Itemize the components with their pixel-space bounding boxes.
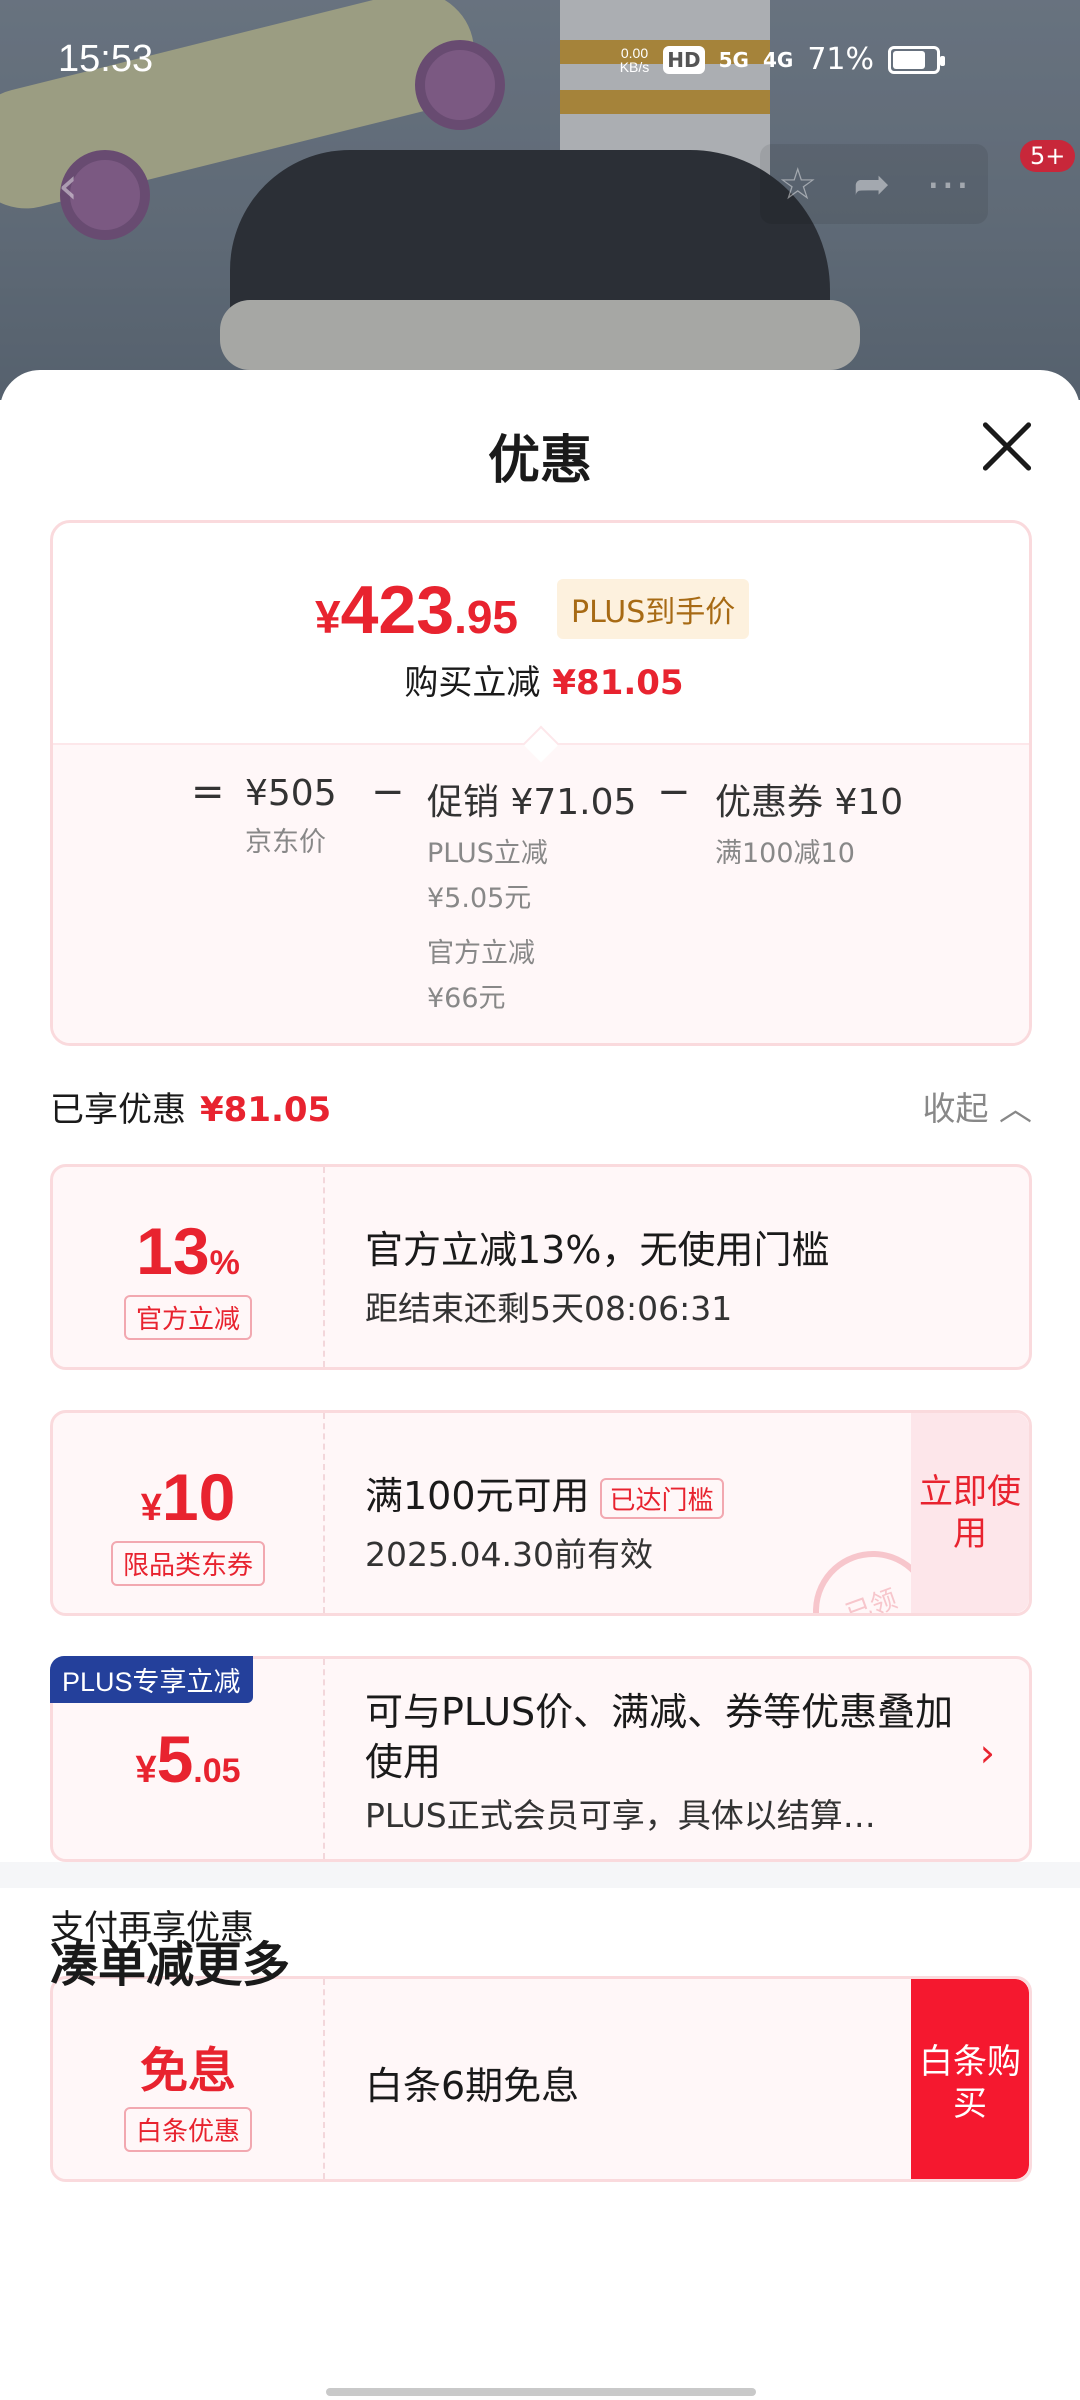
minus-sign: − bbox=[657, 769, 691, 815]
baitiao-offer: 免息 白条优惠 白条6期免息 白条购买 bbox=[50, 1976, 1032, 2182]
enjoyed-discount-row: 已享优惠 ¥81.05 收起 ︿ bbox=[50, 1082, 1032, 1131]
coupon-plus-discount[interactable]: PLUS专享立减 ¥5.05 可与PLUS价、满减、券等优惠叠加使用 PLUS正… bbox=[50, 1656, 1032, 1862]
message-badge: 5+ bbox=[1020, 140, 1076, 172]
final-price: ¥423.95 bbox=[315, 572, 519, 648]
close-icon[interactable] bbox=[978, 418, 1034, 474]
section-divider bbox=[0, 1862, 1080, 1888]
coupon-tag: 限品类东券 bbox=[110, 1541, 265, 1586]
coupon-desc: 白条6期免息 bbox=[365, 2064, 580, 2108]
coupon-left: 免息 白条优惠 bbox=[53, 1979, 325, 2179]
price-summary-card: ¥423.95 PLUS到手价 购买立减 ¥81.05 = ¥505 京东价 − … bbox=[50, 520, 1032, 1046]
back-icon[interactable]: ‹ bbox=[28, 148, 108, 228]
discount-sheet: 优惠 ¥423.95 PLUS到手价 购买立减 ¥81.05 = ¥505 京东价… bbox=[0, 370, 1080, 2400]
price-top: ¥423.95 PLUS到手价 购买立减 ¥81.05 bbox=[53, 523, 1029, 743]
minus-sign: − bbox=[371, 769, 405, 815]
top-actions: ☆ ➦ ⋯ bbox=[760, 144, 988, 224]
star-icon[interactable]: ☆ bbox=[778, 159, 817, 210]
coupon-tag: 白条优惠 bbox=[123, 2107, 252, 2152]
coupon-desc: 官方立减13%，无使用门槛 距结束还剩5天08:06:31 bbox=[365, 1228, 830, 1328]
threshold-badge: 已达门槛 bbox=[599, 1478, 724, 1519]
coupon-desc: 满100元可用 已达门槛 2025.04.30前有效 bbox=[365, 1465, 724, 1576]
coupon-col: 优惠券 ¥10 满100减10 bbox=[715, 782, 904, 869]
equals-sign: = bbox=[191, 769, 225, 815]
battery-percent: 71% bbox=[807, 42, 874, 77]
coupon-left: ¥5.05 bbox=[53, 1659, 325, 1859]
more-section-title: 凑单减更多 bbox=[50, 1937, 291, 1993]
coupon-category: ¥10 限品类东券 满100元可用 已达门槛 2025.04.30前有效 已领 立… bbox=[50, 1410, 1032, 1616]
baitiao-buy-button[interactable]: 白条购买 bbox=[911, 1979, 1029, 2179]
use-now-button[interactable]: 立即使用 bbox=[911, 1413, 1029, 1613]
clock: 15:53 bbox=[58, 38, 154, 80]
status-icons: 0.00 KB/s HD 5G 4G 71% bbox=[619, 42, 945, 77]
jd-price-col: ¥505 京东价 bbox=[245, 773, 337, 858]
signal-5g-icon: 5G bbox=[718, 47, 749, 72]
share-icon[interactable]: ➦ bbox=[853, 159, 890, 210]
coupon-left: ¥10 限品类东券 bbox=[53, 1413, 325, 1613]
coupon-desc: 可与PLUS价、满减、券等优惠叠加使用 PLUS正式会员可享，具体以结算… bbox=[365, 1690, 954, 1835]
plus-price-tag: PLUS到手价 bbox=[557, 579, 750, 639]
coupon-official-discount[interactable]: 13% 官方立减 官方立减13%，无使用门槛 距结束还剩5天08:06:31 bbox=[50, 1164, 1032, 1370]
home-indicator bbox=[326, 2388, 756, 2396]
collapse-button[interactable]: 收起 ︿ bbox=[923, 1082, 1033, 1130]
signal-4g-icon: 4G bbox=[762, 47, 794, 72]
promo-col: 促销 ¥71.05 PLUS立减 ¥5.05元 官方立减 ¥66元 bbox=[427, 782, 637, 1014]
status-bar: 15:53 0.00 KB/s HD 5G 4G 71% bbox=[0, 0, 1080, 120]
net-speed: 0.00 KB/s bbox=[619, 44, 650, 75]
hd-icon: HD bbox=[663, 45, 705, 74]
chevron-right-icon: › bbox=[979, 1731, 995, 1775]
coupon-tag: 官方立减 bbox=[123, 1295, 252, 1340]
more-icon[interactable]: ⋯ bbox=[926, 159, 970, 210]
sheet-title: 优惠 bbox=[487, 431, 592, 491]
reduce-line: 购买立减 ¥81.05 bbox=[404, 663, 684, 703]
price-breakdown: = ¥505 京东价 − 促销 ¥71.05 PLUS立减 ¥5.05元 官方立… bbox=[53, 725, 1029, 1043]
battery-icon bbox=[888, 45, 945, 74]
coupon-left: 13% 官方立减 bbox=[53, 1167, 325, 1367]
chevron-up-icon: ︿ bbox=[999, 1089, 1032, 1128]
